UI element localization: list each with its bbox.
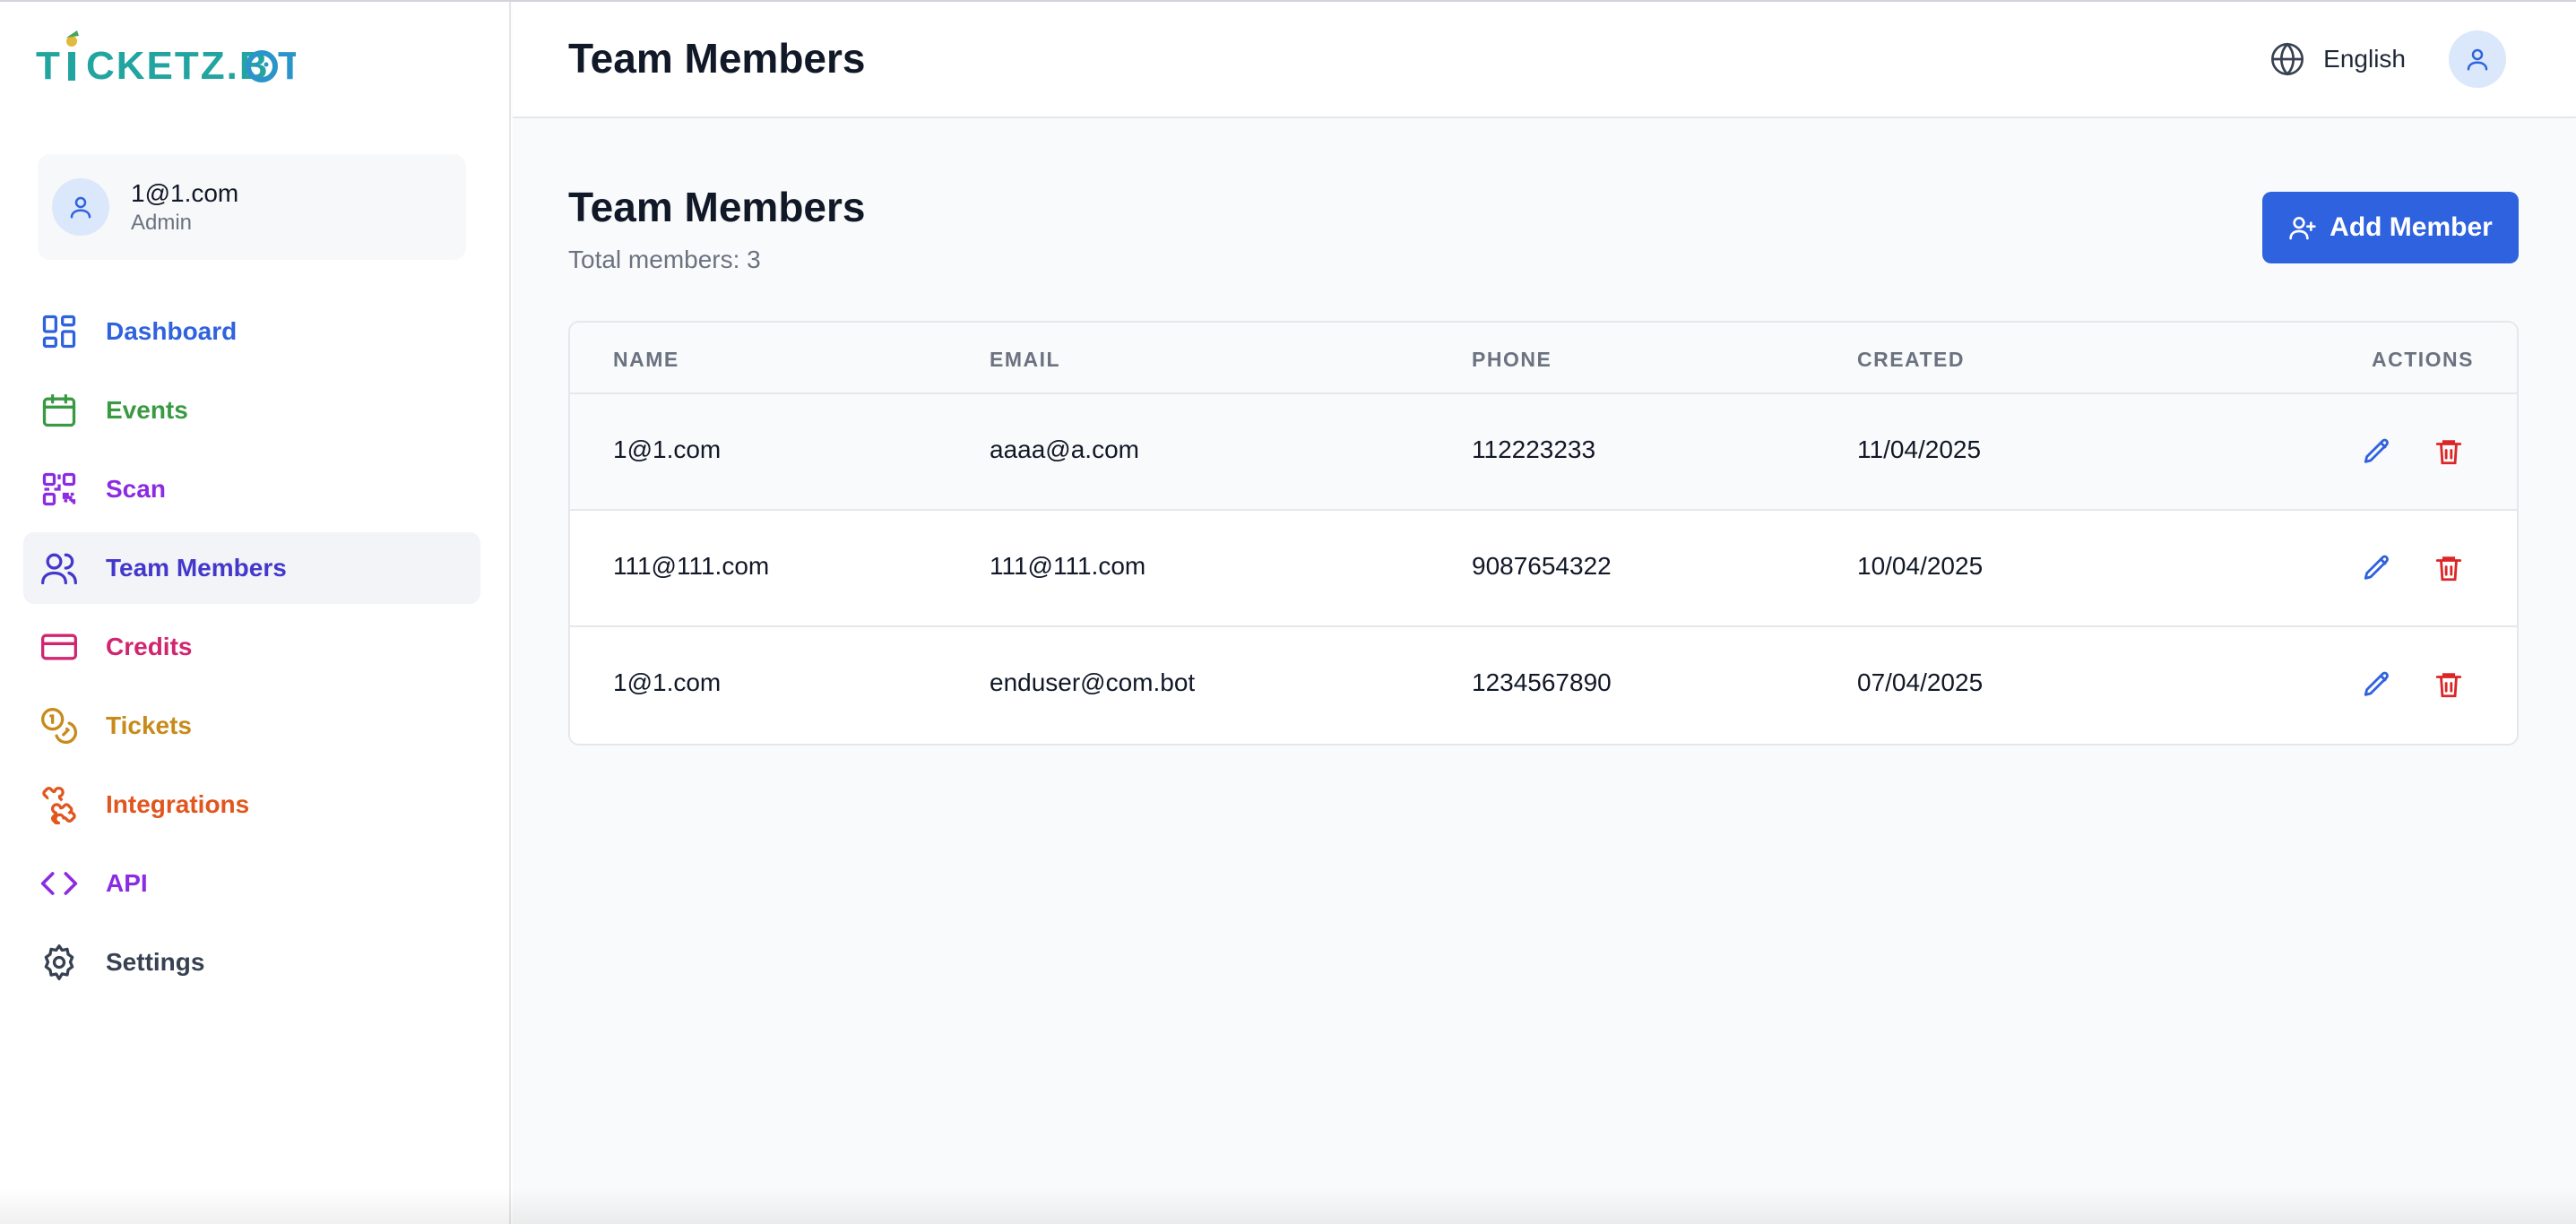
column-header-name: NAME	[613, 348, 679, 371]
puzzle-icon	[38, 783, 81, 826]
globe-icon	[2271, 42, 2304, 76]
calendar-icon	[38, 389, 81, 432]
qr-code-icon	[38, 468, 81, 511]
user-plus-icon	[2289, 217, 2316, 240]
sidebar-nav: Dashboard Events Scan Team Members Credi…	[23, 296, 480, 1005]
sidebar-item-api[interactable]: API	[23, 848, 480, 919]
user-info: 1@1.com Admin	[131, 177, 238, 237]
sidebar-item-label: Tickets	[106, 711, 192, 739]
sidebar: T CKETZ.B T 1@1.com Admin Dashboard Even…	[0, 2, 511, 1224]
edit-button[interactable]	[2359, 667, 2395, 703]
sidebar-item-label: Team Members	[106, 554, 287, 582]
user-role: Admin	[131, 211, 193, 235]
table-row[interactable]: 111@111.com 111@111.com 9087654322 10/04…	[570, 511, 2517, 627]
cell-name: 111@111.com	[613, 552, 770, 580]
members-table: NAME EMAIL PHONE CREATED ACTIONS 1@1.com…	[568, 321, 2519, 746]
delete-button[interactable]	[2431, 434, 2467, 470]
credit-card-icon	[38, 625, 81, 668]
sidebar-item-scan[interactable]: Scan	[23, 453, 480, 525]
cell-created: 10/04/2025	[1857, 552, 1984, 580]
dashboard-icon	[38, 310, 81, 353]
avatar	[52, 178, 109, 236]
cell-email: 111@111.com	[990, 552, 1146, 580]
sidebar-item-label: Credits	[106, 633, 193, 660]
column-header-actions: ACTIONS	[2372, 348, 2474, 371]
brand-logo[interactable]: T CKETZ.B T	[36, 29, 296, 91]
sidebar-item-label: Settings	[106, 948, 205, 976]
sidebar-item-label: Dashboard	[106, 317, 238, 345]
sidebar-item-label: Events	[106, 396, 188, 424]
coins-icon	[38, 704, 81, 747]
cell-phone: 112223233	[1472, 435, 1596, 463]
app-root: T CKETZ.B T 1@1.com Admin Dashboard Even…	[0, 0, 2576, 1224]
trash-icon	[2435, 440, 2462, 465]
delete-button[interactable]	[2431, 667, 2467, 703]
page-title: Team Members	[568, 184, 866, 230]
language-selector[interactable]: English	[2269, 38, 2406, 81]
cell-created: 11/04/2025	[1857, 435, 1982, 463]
edit-button[interactable]	[2359, 550, 2395, 586]
cell-phone: 1234567890	[1472, 668, 1612, 696]
trash-icon	[2435, 556, 2462, 582]
sidebar-item-credits[interactable]: Credits	[23, 611, 480, 683]
user-icon	[70, 196, 91, 219]
column-header-email: EMAIL	[990, 348, 1061, 371]
column-header-created: CREATED	[1857, 348, 1965, 371]
sidebar-item-team-members[interactable]: Team Members	[23, 532, 480, 604]
add-member-label: Add Member	[2330, 212, 2493, 242]
sidebar-item-label: API	[106, 869, 148, 897]
table-row[interactable]: 1@1.com enduser@com.bot 1234567890 07/04…	[570, 627, 2517, 744]
sidebar-item-tickets[interactable]: Tickets	[23, 690, 480, 762]
table-header: NAME EMAIL PHONE CREATED ACTIONS	[570, 323, 2517, 394]
pencil-icon	[2364, 671, 2389, 696]
cell-name: 1@1.com	[613, 668, 722, 696]
user-card[interactable]: 1@1.com Admin	[38, 154, 466, 260]
cell-email: enduser@com.bot	[990, 668, 1196, 696]
sidebar-item-settings[interactable]: Settings	[23, 927, 480, 998]
user-name: 1@1.com	[131, 179, 239, 207]
code-icon	[38, 862, 81, 905]
sidebar-item-integrations[interactable]: Integrations	[23, 769, 480, 840]
edit-button[interactable]	[2359, 434, 2395, 470]
pencil-icon	[2364, 438, 2389, 463]
cell-name: 1@1.com	[613, 435, 722, 463]
table-row[interactable]: 1@1.com aaaa@a.com 112223233 11/04/2025	[570, 394, 2517, 511]
sidebar-item-label: Scan	[106, 475, 166, 503]
add-member-button[interactable]: Add Member	[2262, 192, 2519, 263]
sidebar-item-label: Integrations	[106, 790, 250, 818]
cell-created: 07/04/2025	[1857, 668, 1984, 696]
delete-button[interactable]	[2431, 550, 2467, 586]
user-icon	[2467, 48, 2488, 71]
logo-graphic: T CKETZ.B T	[36, 30, 296, 88]
svg-text:CKETZ.B: CKETZ.B	[86, 44, 270, 88]
trash-icon	[2435, 673, 2462, 698]
top-header: Team Members English	[513, 2, 2576, 118]
svg-text:T: T	[278, 44, 296, 88]
column-header-phone: PHONE	[1472, 348, 1552, 371]
pencil-icon	[2364, 555, 2389, 580]
cell-email: aaaa@a.com	[990, 435, 1139, 463]
cell-phone: 9087654322	[1472, 552, 1612, 580]
member-count: Total members: 3	[568, 246, 761, 273]
users-icon	[38, 547, 81, 590]
main-content: Team Members Total members: 3 Add Member…	[513, 120, 2576, 1224]
svg-text:T: T	[36, 44, 62, 88]
page-header-title: Team Members	[568, 35, 866, 82]
sidebar-item-dashboard[interactable]: Dashboard	[23, 296, 480, 367]
gear-icon	[38, 941, 81, 984]
sidebar-item-events[interactable]: Events	[23, 375, 480, 446]
language-label: English	[2323, 45, 2406, 73]
profile-avatar-button[interactable]	[2449, 30, 2506, 88]
